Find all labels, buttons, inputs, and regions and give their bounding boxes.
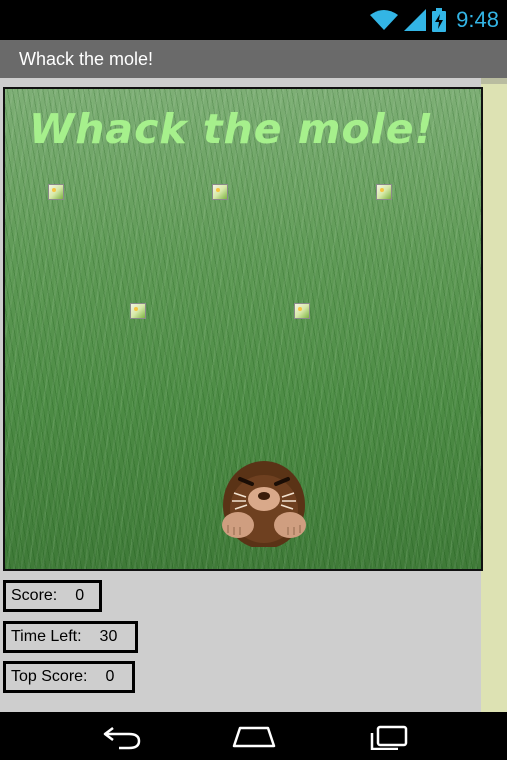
back-button[interactable]: [97, 722, 147, 752]
broken-image-icon[interactable]: [130, 303, 146, 319]
app-title-bar: Whack the mole!: [0, 40, 507, 78]
status-bar: 9:48: [0, 0, 507, 40]
time-left-box: Time Left: 30: [3, 621, 138, 653]
time-left-value: 30: [99, 628, 118, 645]
time-left-label: Time Left:: [11, 628, 82, 645]
score-label: Score:: [11, 587, 58, 604]
recents-button[interactable]: [362, 722, 412, 752]
top-score-label: Top Score:: [11, 668, 88, 685]
canvas-heading: Whack the mole!: [29, 105, 435, 153]
broken-image-icon[interactable]: [212, 184, 228, 200]
score-value: 0: [75, 587, 85, 604]
navigation-bar: [0, 712, 507, 760]
broken-image-icon[interactable]: [48, 184, 64, 200]
battery-charging-icon: [432, 8, 447, 32]
broken-image-icon[interactable]: [294, 303, 310, 319]
top-score-value: 0: [105, 668, 115, 685]
broken-image-icon[interactable]: [376, 184, 392, 200]
top-score-box: Top Score: 0: [3, 661, 135, 693]
recents-icon: [370, 725, 408, 750]
game-canvas[interactable]: Whack the mole!: [3, 87, 483, 571]
home-icon: [232, 726, 276, 748]
mole-sprite[interactable]: [214, 447, 314, 547]
signal-icon: [404, 9, 427, 31]
right-edge-strip: [481, 78, 507, 712]
wifi-icon: [370, 10, 399, 30]
back-icon: [103, 727, 141, 750]
home-button[interactable]: [229, 722, 279, 752]
app-title: Whack the mole!: [19, 49, 154, 69]
status-clock: 9:48: [456, 7, 499, 32]
score-box: Score: 0: [3, 580, 102, 612]
status-icons: 9:48: [370, 6, 499, 34]
